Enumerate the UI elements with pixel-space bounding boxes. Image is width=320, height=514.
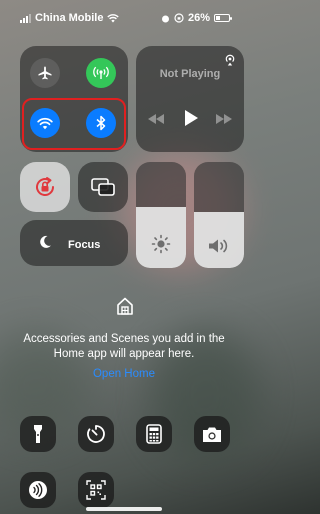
status-bar: China Mobile 26%	[0, 12, 248, 26]
flashlight-button[interactable]	[20, 416, 56, 452]
focus-label: Focus	[68, 239, 101, 251]
sun-icon	[151, 234, 171, 254]
fast-forward-icon[interactable]	[216, 114, 232, 124]
screen-mirroring-button[interactable]	[78, 162, 128, 212]
code-scanner-button[interactable]	[78, 472, 114, 508]
signal-strength-icon	[20, 13, 31, 23]
now-playing-module[interactable]: Not Playing	[136, 46, 244, 152]
volume-slider[interactable]	[194, 162, 244, 268]
nfc-tag-reader-button[interactable]	[20, 472, 56, 508]
cellular-antenna-icon	[93, 66, 109, 79]
calculator-icon	[146, 424, 162, 444]
qr-code-scanner-icon	[86, 480, 106, 500]
wifi-status-icon	[107, 13, 120, 22]
alarm-icon	[161, 15, 169, 22]
camera-icon	[203, 427, 221, 442]
open-home-link[interactable]: Open Home	[0, 368, 248, 380]
nfc-icon	[29, 481, 47, 499]
now-playing-title: Not Playing	[159, 68, 221, 80]
cellular-data-button[interactable]	[86, 58, 116, 88]
wifi-bluetooth-highlight	[22, 98, 126, 150]
home-empty-message: Accessories and Scenes you add in the Ho…	[23, 333, 225, 360]
orientation-lock-status-icon	[174, 13, 184, 23]
brightness-slider[interactable]	[136, 162, 186, 268]
timer-button[interactable]	[78, 416, 114, 452]
carrier-name: China Mobile	[35, 12, 104, 24]
orientation-lock-button[interactable]	[20, 162, 70, 212]
flashlight-icon	[34, 425, 42, 443]
home-indicator[interactable]	[86, 507, 162, 511]
speaker-icon	[209, 239, 228, 253]
airplane-mode-button[interactable]	[30, 58, 60, 88]
screen-mirroring-icon	[91, 178, 115, 196]
battery-icon	[214, 14, 232, 22]
moon-icon	[40, 235, 51, 248]
airplane-icon	[38, 66, 52, 80]
airplay-audio-icon[interactable]	[224, 54, 236, 66]
focus-button[interactable]: Focus	[20, 220, 128, 266]
home-icon	[117, 297, 133, 315]
camera-button[interactable]	[194, 416, 230, 452]
rewind-icon[interactable]	[148, 114, 164, 124]
play-icon[interactable]	[184, 110, 198, 126]
calculator-button[interactable]	[136, 416, 172, 452]
orientation-lock-icon	[36, 177, 55, 196]
timer-icon	[87, 425, 105, 443]
battery-percentage: 26%	[187, 12, 210, 24]
